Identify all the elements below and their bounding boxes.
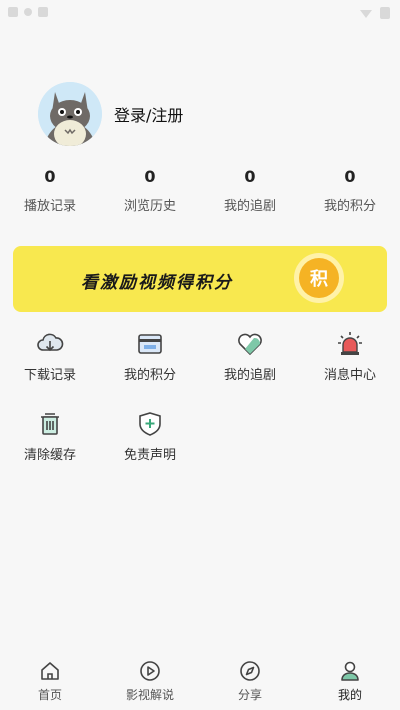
menu-label: 我的积分 [123,368,176,383]
stat-value: 0 [44,167,56,186]
stat-my-points[interactable]: 0 我的积分 [310,167,390,214]
tab-share[interactable]: 分享 [210,660,290,703]
menu-my-points[interactable]: 我的积分 [110,330,190,383]
banner-text: 看激励视频得积分 [81,273,233,293]
stat-label: 我的积分 [323,199,376,214]
battery-icon [380,7,390,19]
play-icon [139,660,161,682]
status-icon [8,7,18,17]
tab-label: 分享 [237,688,262,702]
compass-icon [239,660,261,682]
menu-label: 下载记录 [23,368,76,383]
status-bar [0,0,400,28]
tab-label: 首页 [37,688,62,702]
menu-my-following[interactable]: 我的追剧 [210,330,290,383]
status-left [8,7,48,17]
stat-value: 0 [244,167,256,186]
login-register-link[interactable]: 登录/注册 [114,102,183,126]
menu-disclaimer[interactable]: 免责声明 [110,410,190,463]
stat-label: 我的追剧 [223,199,276,214]
stat-play-history[interactable]: 0 播放记录 [10,167,90,214]
points-badge-label: 积 [299,258,339,298]
menu-label: 清除缓存 [23,448,76,463]
status-icon [38,7,48,17]
tab-label: 影视解说 [125,688,174,702]
status-icon [24,8,32,16]
menu-label: 消息中心 [323,368,376,383]
profile-header[interactable]: 登录/注册 [38,82,183,146]
menu-label: 免责声明 [123,448,176,463]
stat-label: 浏览历史 [123,199,176,214]
points-badge: 积 [294,253,344,303]
menu-clear-cache[interactable]: 清除缓存 [10,410,90,463]
user-icon [339,660,361,682]
reward-video-banner[interactable]: 看激励视频得积分 积 [13,246,387,312]
stats-row: 0 播放记录 0 浏览历史 0 我的追剧 0 我的积分 [0,167,400,217]
stat-label: 播放记录 [23,199,76,214]
tab-mine[interactable]: 我的 [310,660,390,703]
totoro-avatar-icon [38,82,102,146]
stat-value: 0 [344,167,356,186]
home-icon [39,660,61,682]
stat-browse-history[interactable]: 0 浏览历史 [110,167,190,214]
heart-icon [236,330,264,358]
cloud-download-icon [36,330,64,358]
menu-download-records[interactable]: 下载记录 [10,330,90,383]
tab-video-commentary[interactable]: 影视解说 [110,660,190,703]
tab-home[interactable]: 首页 [10,660,90,703]
bottom-tab-bar: 首页 影视解说 分享 我的 [0,656,400,710]
stat-my-following[interactable]: 0 我的追剧 [210,167,290,214]
stat-value: 0 [144,167,156,186]
card-icon [136,330,164,358]
wifi-icon [360,10,372,18]
status-right [360,7,390,19]
shield-icon [136,410,164,438]
menu-message-center[interactable]: 消息中心 [310,330,390,383]
tab-label: 我的 [337,688,362,702]
alarm-icon [336,330,364,358]
trash-icon [36,410,64,438]
menu-label: 我的追剧 [223,368,276,383]
avatar[interactable] [38,82,102,146]
